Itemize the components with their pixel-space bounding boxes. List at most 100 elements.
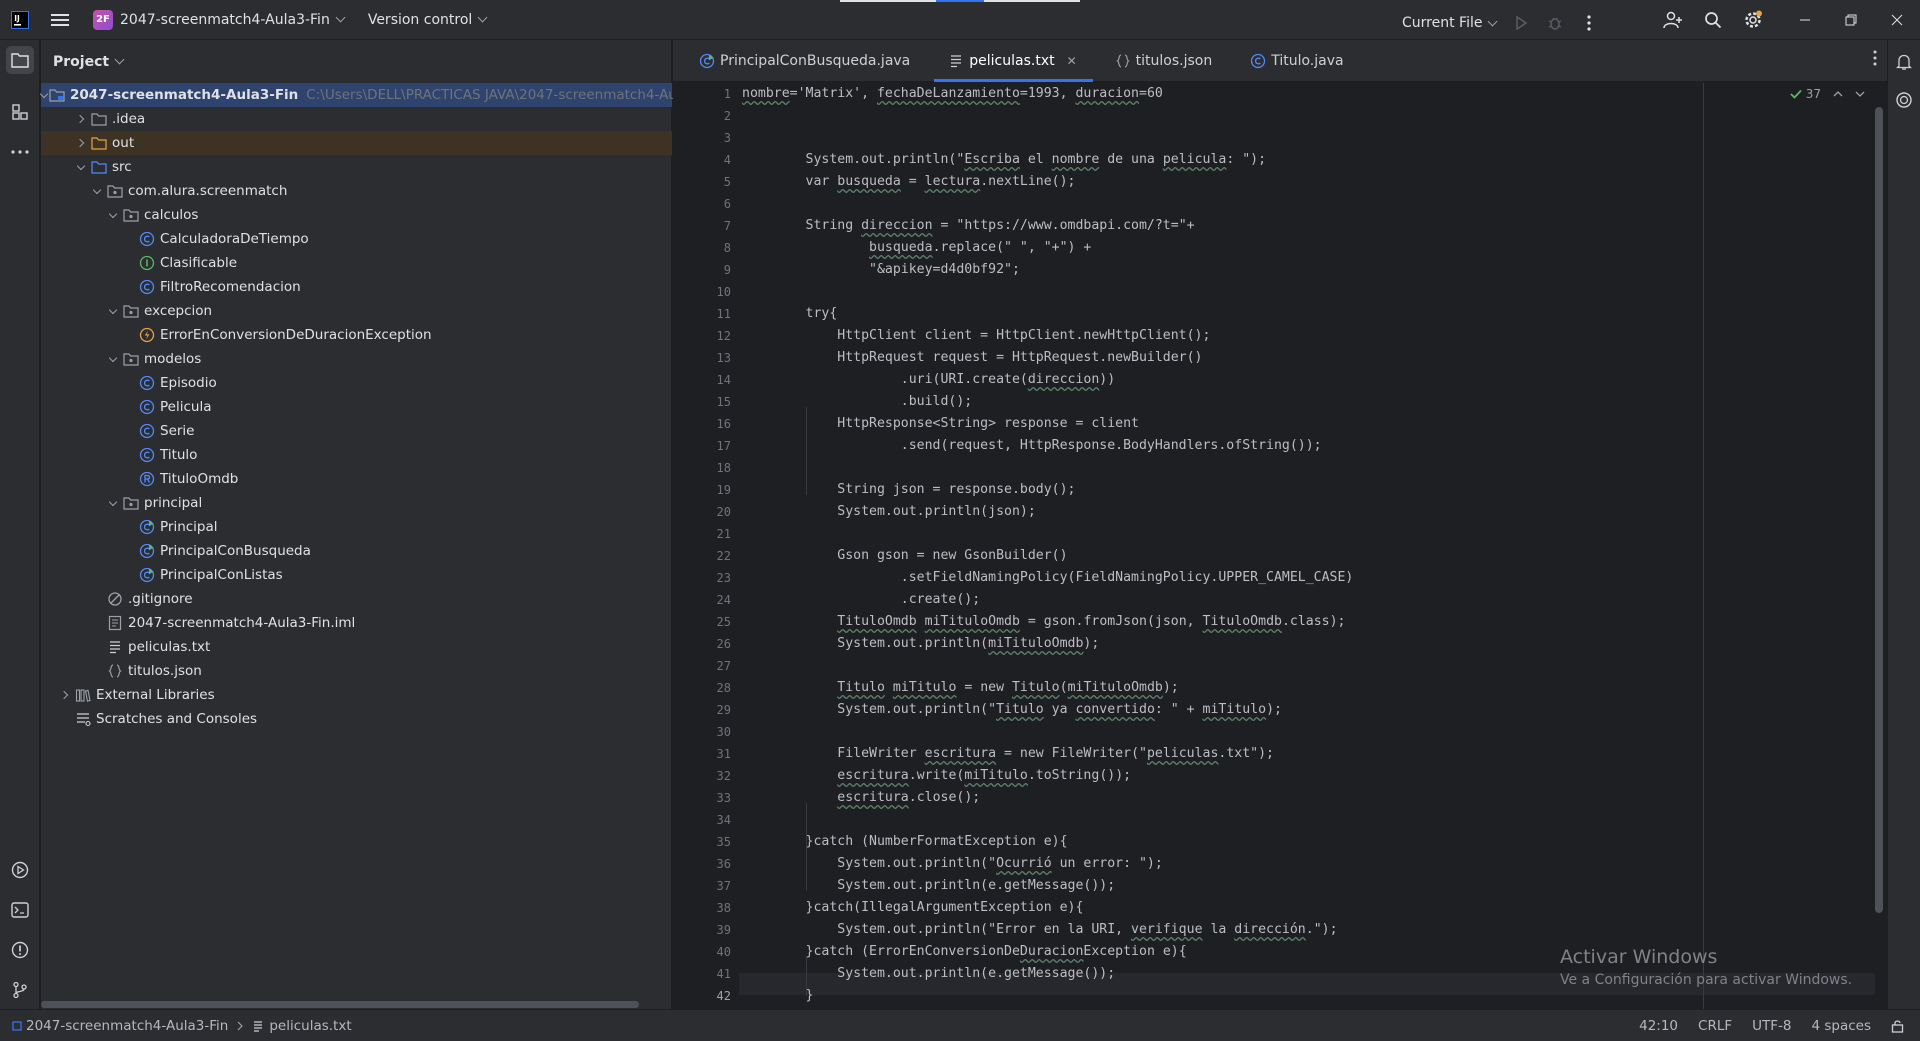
package-icon: [123, 495, 139, 511]
services-tool-icon[interactable]: [6, 856, 34, 884]
version-control-menu[interactable]: Version control: [360, 6, 494, 34]
more-tabs-icon[interactable]: [1873, 50, 1877, 70]
code-editor[interactable]: 1 2 3 4 5 6 7 8 9 10 11 12 13 14 15 16 17 18 19 20 21 22 23 24 2…: [673, 83, 1887, 1009]
expand-arrow-down-icon[interactable]: [105, 207, 121, 223]
tree-item[interactable]: .idea: [41, 107, 672, 131]
tree-item[interactable]: 2047-screenmatch4-Aula3-Fin.iml: [41, 611, 672, 635]
tree-item[interactable]: src: [41, 155, 672, 179]
line-separator[interactable]: CRLF: [1698, 1018, 1732, 1034]
expand-arrow-down-icon[interactable]: [105, 303, 121, 319]
vertical-scrollbar[interactable]: [1875, 107, 1883, 913]
ai-assistant-icon[interactable]: [1890, 86, 1918, 114]
code-line: System.out.println("Escriba el nombre de…: [742, 152, 1267, 167]
breadcrumb-project[interactable]: 2047-screenmatch4-Aula3-Fin: [12, 1018, 228, 1034]
run-configuration-label: Current File: [1402, 15, 1483, 31]
indent-setting[interactable]: 4 spaces: [1811, 1018, 1871, 1034]
editor-tab[interactable]: PrincipalConBusqueda.java: [685, 40, 926, 81]
text-file-icon: [107, 639, 123, 655]
tree-item[interactable]: modelos: [41, 347, 672, 371]
tree-item[interactable]: titulos.json: [41, 659, 672, 683]
expand-arrow-right-icon[interactable]: [57, 687, 73, 703]
tree-item[interactable]: CalculadoraDeTiempo: [41, 227, 672, 251]
notifications-icon[interactable]: [1890, 48, 1918, 76]
file-encoding[interactable]: UTF-8: [1752, 1018, 1791, 1034]
line-number: 9: [723, 263, 731, 277]
tree-item[interactable]: excepcion: [41, 299, 672, 323]
tree-item[interactable]: Principal: [41, 515, 672, 539]
watermark-title: Activar Windows: [1560, 946, 1718, 968]
tree-item[interactable]: Episodio: [41, 371, 672, 395]
package-icon: [123, 351, 139, 367]
breadcrumb-file[interactable]: peliculas.txt: [252, 1018, 352, 1034]
tree-item[interactable]: Titulo: [41, 443, 672, 467]
more-tool-windows-icon[interactable]: [6, 138, 34, 166]
code-line: .send(request, HttpResponse.BodyHandlers…: [742, 438, 1322, 453]
minimize-button[interactable]: [1782, 0, 1828, 40]
expand-arrow-right-icon[interactable]: [73, 111, 89, 127]
expand-arrow-down-icon[interactable]: [105, 351, 121, 367]
search-icon[interactable]: [1696, 3, 1730, 37]
version-control-tool-icon[interactable]: [6, 976, 34, 1004]
editor-tab[interactable]: Titulo.java: [1236, 40, 1359, 81]
problems-tool-icon[interactable]: [6, 936, 34, 964]
run-icon[interactable]: [1504, 6, 1538, 40]
class-icon: [139, 279, 155, 295]
tree-item[interactable]: Scratches and Consoles: [41, 707, 672, 731]
tree-item[interactable]: com.alura.screenmatch: [41, 179, 672, 203]
project-switcher[interactable]: 2F 2047-screenmatch4-Aula3-Fin: [85, 6, 352, 34]
tree-item[interactable]: PrincipalConListas: [41, 563, 672, 587]
close-tab-icon[interactable]: ✕: [1067, 54, 1077, 68]
project-panel-header[interactable]: Project: [41, 40, 671, 83]
tree-item-label: .idea: [112, 111, 146, 127]
restore-button[interactable]: [1828, 0, 1874, 40]
settings-gear-icon[interactable]: [1736, 3, 1770, 37]
inspection-widget[interactable]: 37: [1790, 87, 1865, 101]
debug-icon[interactable]: [1538, 6, 1572, 40]
tree-item[interactable]: .gitignore: [41, 587, 672, 611]
tree-item[interactable]: Pelicula: [41, 395, 672, 419]
expand-arrow-down-icon[interactable]: [39, 87, 49, 103]
expand-arrow-down-icon[interactable]: [73, 159, 89, 175]
editor-tab[interactable]: titulos.json: [1101, 40, 1229, 81]
expand-arrow-right-icon[interactable]: [73, 135, 89, 151]
line-number: 37: [716, 879, 731, 893]
line-number: 42: [716, 989, 731, 1003]
right-tool-window-bar: [1887, 40, 1920, 1009]
expand-arrow-down-icon[interactable]: [89, 183, 105, 199]
tree-item-label: 2047-screenmatch4-Aula3-Fin.iml: [128, 615, 356, 631]
tree-item[interactable]: FiltroRecomendacion: [41, 275, 672, 299]
caret-position[interactable]: 42:10: [1639, 1018, 1678, 1034]
tree-item[interactable]: TituloOmdb: [41, 467, 672, 491]
tree-item[interactable]: out: [41, 131, 672, 155]
tree-item[interactable]: Serie: [41, 419, 672, 443]
tree-item-label: modelos: [144, 351, 202, 367]
tree-item-label: calculos: [144, 207, 199, 223]
tree-item[interactable]: PrincipalConBusqueda: [41, 539, 672, 563]
main-menu-icon[interactable]: [43, 3, 77, 37]
editor-tab[interactable]: peliculas.txt ✕: [934, 40, 1094, 82]
tree-item[interactable]: ErrorEnConversionDeDuracionException: [41, 323, 672, 347]
close-window-button[interactable]: [1874, 0, 1920, 40]
run-configuration-selector[interactable]: Current File: [1394, 9, 1504, 37]
horizontal-scrollbar[interactable]: [41, 1001, 672, 1009]
code-line: HttpRequest request = HttpRequest.newBui…: [742, 350, 1203, 365]
read-only-lock-icon[interactable]: [1891, 1019, 1904, 1033]
tree-item[interactable]: External Libraries: [41, 683, 672, 707]
tree-item[interactable]: peliculas.txt: [41, 635, 672, 659]
class-icon: [139, 399, 155, 415]
watermark-subtitle: Ve a Configuración para activar Windows.: [1560, 972, 1853, 988]
tree-item-label: peliculas.txt: [128, 639, 211, 655]
tree-item[interactable]: principal: [41, 491, 672, 515]
expand-arrow-down-icon[interactable]: [105, 495, 121, 511]
tree-item[interactable]: 2047-screenmatch4-Aula3-Fin C:\Users\DELL…: [39, 83, 702, 107]
tree-item-label: FiltroRecomendacion: [160, 279, 301, 295]
project-tool-icon[interactable]: [6, 46, 34, 74]
breadcrumb-project-label: 2047-screenmatch4-Aula3-Fin: [26, 1017, 229, 1034]
tree-item[interactable]: calculos: [41, 203, 672, 227]
terminal-tool-icon[interactable]: [6, 896, 34, 924]
more-actions-icon[interactable]: [1572, 6, 1606, 40]
code-with-me-icon[interactable]: [1656, 3, 1690, 37]
libraries-icon: [75, 687, 91, 703]
structure-tool-icon[interactable]: [6, 98, 34, 126]
tree-item[interactable]: Clasificable: [41, 251, 672, 275]
